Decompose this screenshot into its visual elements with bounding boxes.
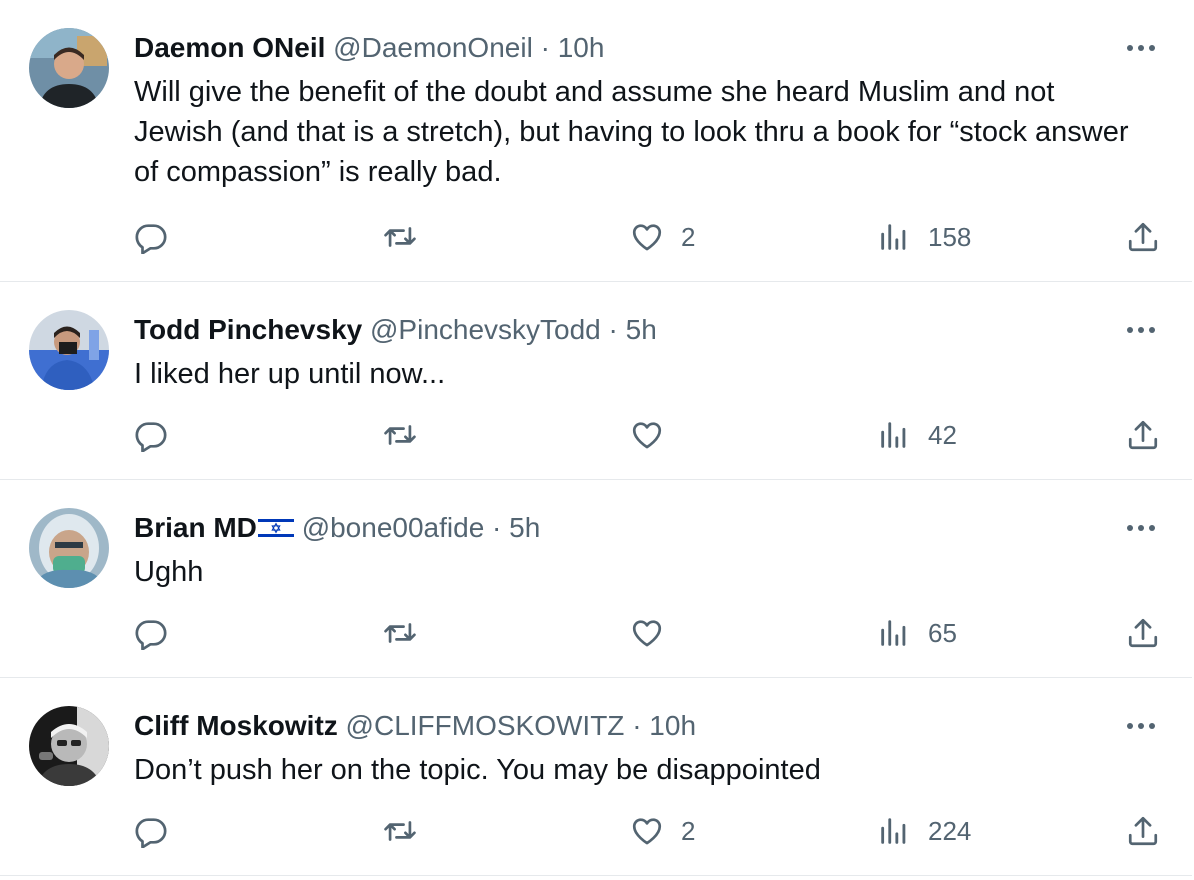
share-button[interactable]: [1126, 811, 1160, 851]
views-button[interactable]: 65: [877, 613, 957, 653]
timestamp[interactable]: 5h: [509, 512, 540, 543]
more-icon[interactable]: [1124, 714, 1158, 738]
views-button[interactable]: 224: [877, 811, 971, 851]
author-handle[interactable]: @PinchevskyTodd: [370, 314, 601, 345]
israel-flag-icon: [257, 517, 294, 539]
share-button[interactable]: [1126, 217, 1160, 257]
reply-icon: [135, 620, 167, 650]
more-icon[interactable]: [1124, 36, 1158, 60]
heart-icon: [632, 422, 662, 449]
reply-icon: [135, 422, 167, 452]
like-count: 2: [681, 221, 696, 252]
tweet-header: Brian MD @bone00afide · 5h: [134, 510, 540, 546]
share-icon: [1128, 222, 1158, 252]
views-icon: [881, 422, 906, 448]
share-button[interactable]: [1126, 415, 1160, 455]
tweet[interactable]: Brian MD @bone00afide · 5h Ughh 65: [0, 480, 1192, 678]
timestamp[interactable]: 10h: [558, 32, 605, 63]
avatar[interactable]: [29, 508, 109, 588]
tweet-text: Will give the benefit of the doubt and a…: [134, 76, 1129, 188]
avatar[interactable]: [29, 706, 109, 786]
tweet[interactable]: Cliff Moskowitz @CLIFFMOSKOWITZ · 10h Do…: [0, 678, 1192, 876]
tweet[interactable]: Daemon ONeil @DaemonOneil · 10h Will giv…: [0, 0, 1192, 282]
view-count: 65: [928, 617, 957, 648]
more-icon[interactable]: [1124, 516, 1158, 540]
tweet-header: Todd Pinchevsky @PinchevskyTodd · 5h: [134, 312, 657, 348]
author-name[interactable]: Cliff Moskowitz: [134, 710, 338, 741]
author-name[interactable]: Todd Pinchevsky: [134, 314, 362, 345]
like-button[interactable]: [630, 613, 681, 653]
retweet-icon: [384, 227, 416, 247]
tweet-header: Daemon ONeil @DaemonOneil · 10h: [134, 30, 604, 66]
author-name[interactable]: Daemon ONeil: [134, 32, 325, 63]
author-handle[interactable]: @DaemonOneil: [333, 32, 533, 63]
like-count: 2: [681, 815, 696, 846]
view-count: 158: [928, 221, 972, 252]
like-button[interactable]: 2: [630, 811, 695, 851]
separator-dot: ·: [608, 314, 618, 345]
separator-dot: ·: [540, 32, 550, 63]
action-bar: 2 158: [0, 217, 1192, 257]
author-name[interactable]: Brian MD: [134, 512, 257, 543]
retweet-button[interactable]: [383, 217, 417, 257]
reply-icon: [135, 224, 167, 254]
timestamp[interactable]: 10h: [649, 710, 696, 741]
action-bar: 2 224: [0, 811, 1192, 851]
avatar[interactable]: [29, 28, 109, 108]
like-button[interactable]: 2: [630, 217, 695, 257]
retweet-button[interactable]: [383, 613, 417, 653]
views-button[interactable]: 42: [877, 415, 957, 455]
views-button[interactable]: 158: [877, 217, 971, 257]
action-bar: 65: [0, 613, 1192, 653]
tweet-header: Cliff Moskowitz @CLIFFMOSKOWITZ · 10h: [134, 708, 696, 744]
retweet-button[interactable]: [383, 811, 417, 851]
view-count: 42: [928, 419, 957, 450]
share-icon: [1128, 618, 1158, 648]
author-handle[interactable]: @bone00afide: [302, 512, 485, 543]
heart-icon: [632, 818, 662, 845]
tweet[interactable]: Todd Pinchevsky @PinchevskyTodd · 5h I l…: [0, 282, 1192, 480]
reply-icon: [135, 818, 167, 848]
views-icon: [881, 224, 906, 250]
views-icon: [881, 620, 906, 646]
views-icon: [881, 818, 906, 844]
retweet-button[interactable]: [383, 415, 417, 455]
reply-button[interactable]: [134, 811, 168, 851]
view-count: 224: [928, 815, 972, 846]
tweet-text: Don’t push her on the topic. You may be …: [134, 754, 821, 786]
avatar[interactable]: [29, 310, 109, 390]
more-icon[interactable]: [1124, 318, 1158, 342]
reply-button[interactable]: [134, 613, 168, 653]
action-bar: 42: [0, 415, 1192, 455]
like-button[interactable]: [630, 415, 681, 455]
share-icon: [1128, 420, 1158, 450]
heart-icon: [632, 620, 662, 647]
reply-button[interactable]: [134, 217, 168, 257]
share-button[interactable]: [1126, 613, 1160, 653]
timestamp[interactable]: 5h: [626, 314, 657, 345]
retweet-icon: [384, 821, 416, 841]
retweet-icon: [384, 425, 416, 445]
separator-dot: ·: [492, 512, 502, 543]
reply-button[interactable]: [134, 415, 168, 455]
tweet-text: I liked her up until now...: [134, 358, 446, 390]
separator-dot: ·: [632, 710, 642, 741]
reply-feed: Daemon ONeil @DaemonOneil · 10h Will giv…: [0, 0, 1194, 880]
author-handle[interactable]: @CLIFFMOSKOWITZ: [346, 710, 625, 741]
heart-icon: [632, 224, 662, 251]
share-icon: [1128, 816, 1158, 846]
retweet-icon: [384, 623, 416, 643]
tweet-text: Ughh: [134, 556, 204, 588]
